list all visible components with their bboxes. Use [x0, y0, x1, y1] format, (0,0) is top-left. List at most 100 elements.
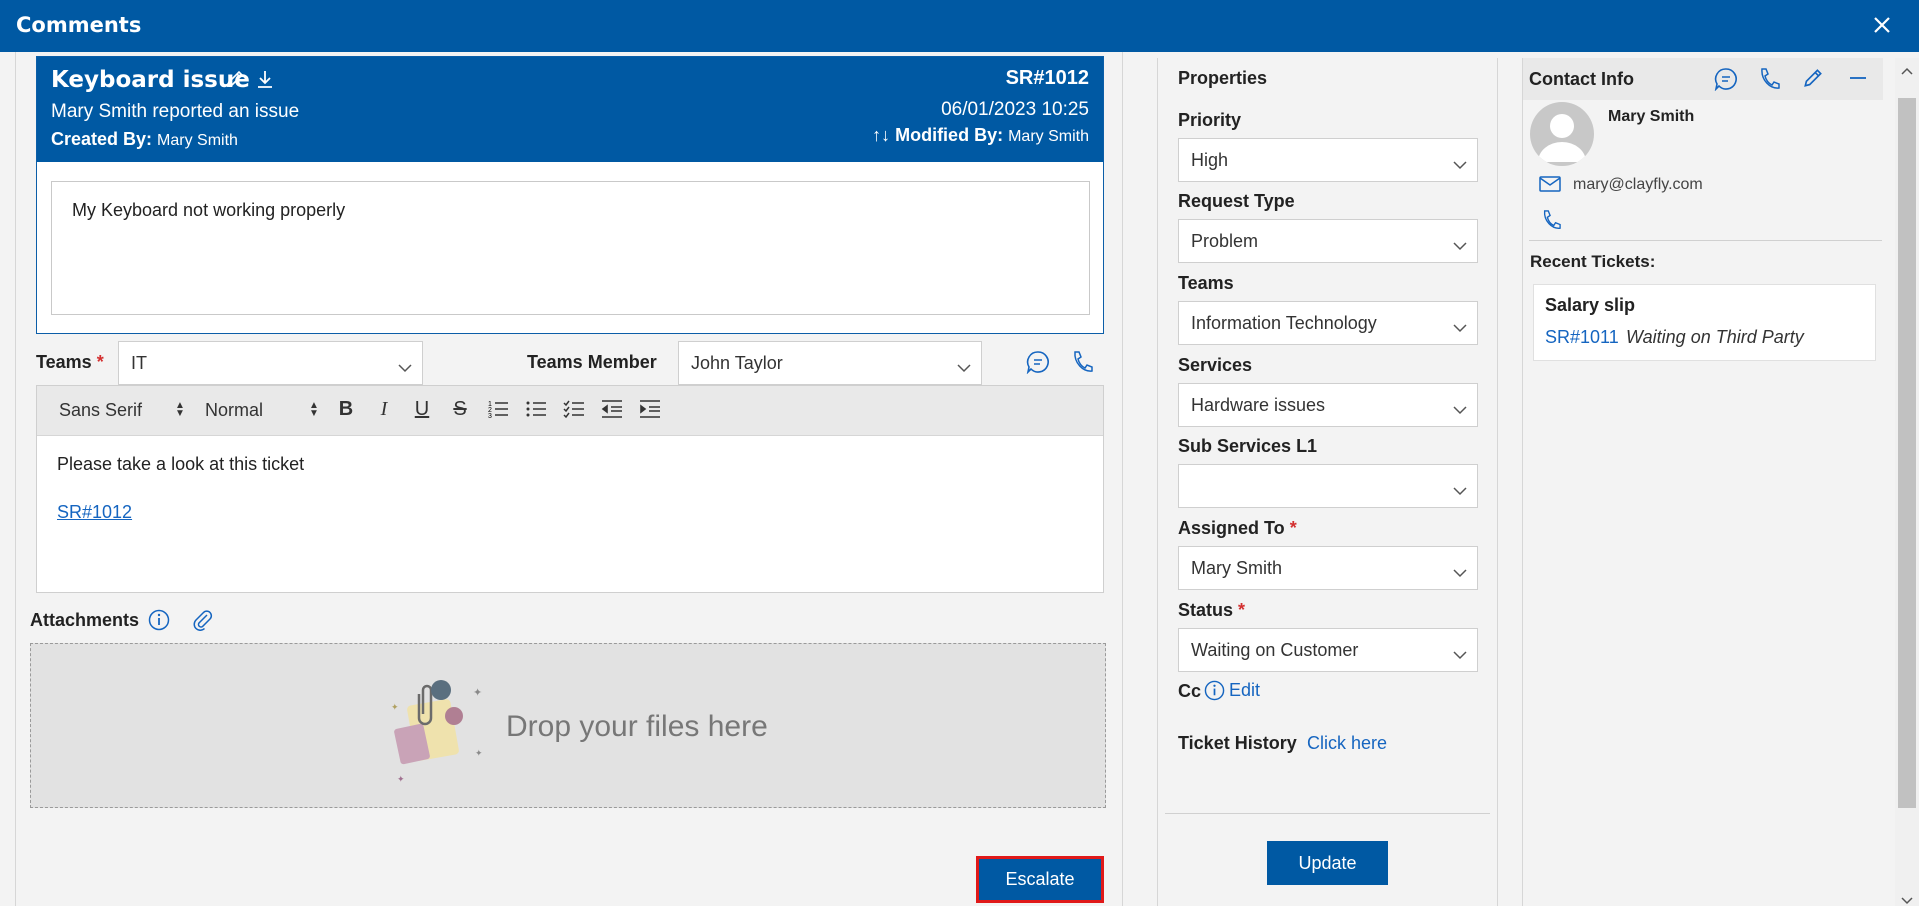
- recent-tickets-label: Recent Tickets:: [1530, 252, 1656, 271]
- assigned-to-label: Assigned To *: [1178, 518, 1297, 538]
- teams-prop-value: Information Technology: [1191, 312, 1377, 333]
- svg-text:✦: ✦: [397, 774, 405, 784]
- checklist-icon[interactable]: [561, 398, 587, 424]
- sort-arrows-icon[interactable]: ↑↓: [872, 125, 890, 145]
- sub-services-select[interactable]: [1178, 464, 1478, 508]
- phone-icon[interactable]: [1541, 209, 1561, 236]
- italic-icon[interactable]: I: [371, 398, 397, 424]
- scroll-down-icon[interactable]: [1901, 892, 1913, 906]
- sub-services-label: Sub Services L1: [1178, 436, 1318, 456]
- ticket-header: Keyboard issue Mary Smith reported an is…: [37, 57, 1103, 162]
- phone-icon[interactable]: [1071, 350, 1093, 379]
- updown-icon: ▲ ▼: [175, 400, 185, 419]
- cc-label: Cc: [1178, 681, 1202, 701]
- indent-icon[interactable]: [637, 398, 663, 424]
- contact-title: Contact Info: [1529, 69, 1634, 89]
- editor-text[interactable]: Please take a look at this ticket: [57, 454, 304, 475]
- teams-member-select[interactable]: John Taylor: [678, 341, 982, 385]
- drop-illustration-icon: ✦ ✦ ✦ ✦: [387, 674, 497, 789]
- editor-ticket-link[interactable]: SR#1012: [57, 502, 132, 523]
- chevron-down-icon: [1453, 399, 1467, 420]
- cc-edit-link[interactable]: Edit: [1229, 680, 1260, 701]
- edit-pencil-icon[interactable]: [1802, 67, 1824, 94]
- title-bar: Comments: [0, 0, 1919, 52]
- chat-icon[interactable]: [1026, 350, 1050, 379]
- updown-icon: ▲ ▼: [309, 400, 319, 419]
- modified-label: Modified By:: [895, 125, 1004, 145]
- priority-value: High: [1191, 149, 1229, 170]
- ticket-history-label: Ticket History: [1178, 733, 1297, 753]
- close-icon[interactable]: [1869, 12, 1895, 38]
- svg-text:3: 3: [488, 413, 492, 420]
- attachments-label: Attachments: [30, 610, 140, 630]
- recent-ticket-title: Salary slip: [1545, 295, 1636, 315]
- teams-select[interactable]: IT: [118, 341, 423, 385]
- teams-prop-label: Teams: [1178, 273, 1234, 293]
- ticket-card: Keyboard issue Mary Smith reported an is…: [36, 56, 1104, 334]
- chevron-down-icon: [1453, 644, 1467, 665]
- modified-by: ↑↓ Modified By: Mary Smith: [872, 125, 1089, 146]
- font-family-picker[interactable]: Sans Serif: [59, 400, 142, 421]
- ticket-id: SR#1012: [1005, 67, 1089, 89]
- minimize-icon[interactable]: [1847, 67, 1869, 94]
- ticket-datetime: 06/01/2023 10:25: [941, 99, 1089, 120]
- assigned-to-select[interactable]: Mary Smith: [1178, 546, 1478, 590]
- ticket-history-link[interactable]: Click here: [1307, 733, 1387, 754]
- info-icon[interactable]: [148, 609, 170, 636]
- properties-divider: [1165, 813, 1490, 814]
- scroll-up-icon[interactable]: [1901, 62, 1913, 80]
- escalate-button[interactable]: Escalate: [976, 856, 1104, 903]
- underline-icon[interactable]: U: [409, 398, 435, 424]
- status-select[interactable]: Waiting on Customer: [1178, 628, 1478, 672]
- request-type-value: Problem: [1191, 230, 1259, 251]
- priority-select[interactable]: High: [1178, 138, 1478, 182]
- ticket-title: Keyboard issue: [51, 67, 250, 93]
- edit-pencil-icon[interactable]: [225, 70, 251, 93]
- ticket-description: My Keyboard not working properly: [51, 181, 1090, 315]
- ordered-list-icon[interactable]: 123: [485, 398, 511, 424]
- priority-label: Priority: [1178, 110, 1242, 130]
- request-type-select[interactable]: Problem: [1178, 219, 1478, 263]
- teams-prop-select[interactable]: Information Technology: [1178, 301, 1478, 345]
- chevron-down-icon: [1453, 562, 1467, 583]
- recent-ticket-card[interactable]: Salary slip SR#1011 Waiting on Third Par…: [1533, 284, 1876, 361]
- status-label: Status *: [1178, 600, 1246, 620]
- download-icon[interactable]: [255, 71, 281, 93]
- mail-icon[interactable]: [1539, 175, 1561, 198]
- paperclip-icon[interactable]: [192, 609, 214, 636]
- chat-icon[interactable]: [1714, 67, 1738, 96]
- assigned-to-value: Mary Smith: [1191, 557, 1283, 578]
- teams-member-value: John Taylor: [691, 352, 783, 373]
- file-dropzone[interactable]: ✦ ✦ ✦ ✦ Drop your files here: [30, 643, 1106, 808]
- services-value: Hardware issues: [1191, 394, 1326, 415]
- scrollbar[interactable]: [1895, 58, 1919, 906]
- chevron-down-icon: [1453, 235, 1467, 256]
- properties-title: Properties: [1178, 68, 1268, 88]
- created-by: Created By: Mary Smith: [51, 129, 238, 150]
- created-by-name: Mary Smith: [157, 132, 238, 149]
- chevron-down-icon: [1453, 317, 1467, 338]
- outdent-icon[interactable]: [599, 398, 625, 424]
- chevron-down-icon: [1453, 480, 1467, 501]
- contact-divider: [1529, 240, 1882, 241]
- svg-text:✦: ✦: [391, 702, 399, 712]
- info-icon[interactable]: [1204, 680, 1225, 706]
- services-select[interactable]: Hardware issues: [1178, 383, 1478, 427]
- bold-icon[interactable]: B: [333, 398, 359, 424]
- bullet-list-icon[interactable]: [523, 398, 549, 424]
- svg-text:✦: ✦: [475, 748, 483, 758]
- strikethrough-icon[interactable]: S: [447, 398, 473, 424]
- editor-toolbar: Sans Serif ▲ ▼ Normal ▲ ▼ B I U S 123: [37, 386, 1103, 436]
- svg-text:✦: ✦: [473, 687, 482, 699]
- font-size-picker[interactable]: Normal: [205, 400, 263, 421]
- comment-editor: Sans Serif ▲ ▼ Normal ▲ ▼ B I U S 123 Plea…: [36, 385, 1104, 593]
- status-value: Waiting on Customer: [1191, 639, 1359, 660]
- scroll-thumb[interactable]: [1898, 98, 1916, 808]
- phone-icon[interactable]: [1758, 67, 1780, 96]
- recent-ticket-id[interactable]: SR#1011: [1545, 327, 1619, 348]
- update-button[interactable]: Update: [1267, 841, 1388, 885]
- avatar: [1530, 102, 1594, 166]
- teams-select-value: IT: [131, 352, 147, 373]
- contact-email[interactable]: mary@clayfly.com: [1573, 176, 1703, 194]
- teams-label: Teams *: [36, 352, 104, 372]
